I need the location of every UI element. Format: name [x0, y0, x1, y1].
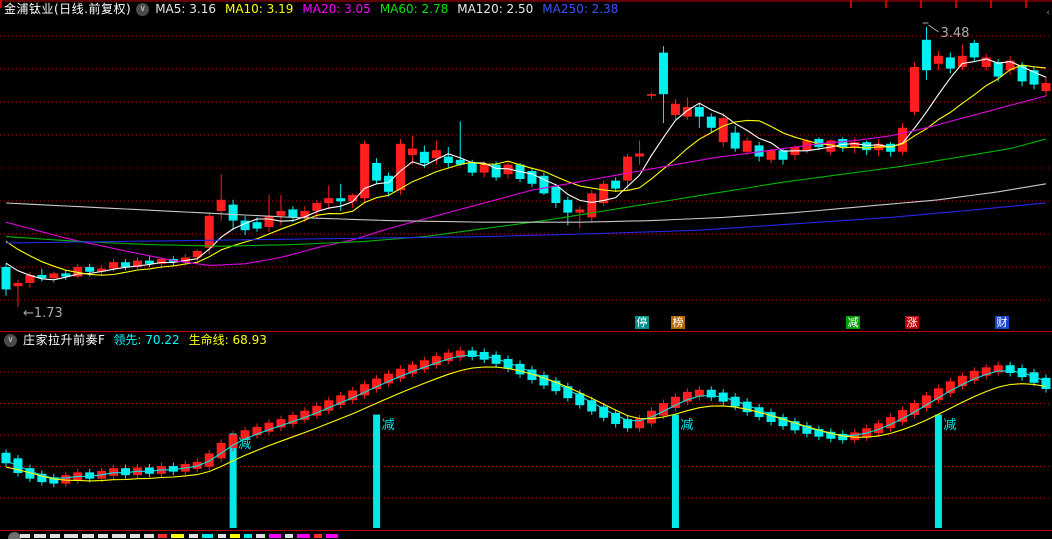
panel-divider[interactable] [0, 331, 1052, 332]
main-candlestick-panel: 3.48 ←1.73 [0, 22, 1052, 321]
clipped-text-fragment [202, 534, 213, 538]
clipped-text-fragment [82, 534, 94, 538]
indicator-header: ∨ 庄家拉升前奏F 领先: 70.22 生命线: 68.93 [4, 333, 276, 348]
watermark-badge-榜: 榜 [671, 316, 685, 329]
clipped-text-fragment [326, 534, 338, 538]
ruler-tick [920, 0, 922, 8]
chevron-down-icon[interactable]: ∨ [4, 334, 17, 347]
watermark-badge-涨: 涨 [905, 316, 919, 329]
clipped-text-fragment [244, 534, 252, 538]
watermark-badge-停: 停 [635, 316, 649, 329]
main-chart-header: 金浦钛业(日线.前复权) ∨ MA5: 3.16 MA10: 3.19 MA20: … [4, 2, 627, 17]
bottom-panel-divider[interactable] [0, 530, 1052, 531]
clipped-text-fragment [34, 534, 46, 538]
clipped-text-fragment [230, 534, 240, 538]
ruler-tick [955, 0, 957, 8]
ruler-tick [1025, 0, 1027, 8]
watermark-badge-减: 减 [846, 316, 860, 329]
clipped-text-fragment [171, 534, 184, 538]
indicator-metric-生命线: 生命线: 68.93 [188, 333, 267, 347]
clipped-text-fragment [314, 534, 322, 538]
indicator-metrics: 领先: 70.22 生命线: 68.93 [113, 333, 275, 348]
clipped-text-fragment [269, 534, 281, 538]
clipped-text-fragment [112, 534, 126, 538]
ruler-tick [0, 0, 2, 8]
indicator-title: 庄家拉升前奏F [23, 333, 106, 347]
collapse-arrow-icon[interactable]: ‹ [1046, 8, 1050, 18]
ma-legend-MA60: MA60: 2.78 [379, 2, 449, 16]
ma-legend-MA5: MA5: 3.16 [155, 2, 216, 16]
svg-text:3.48: 3.48 [940, 26, 969, 41]
clipped-text-fragment [20, 534, 30, 538]
ma-legend-MA20: MA20: 3.05 [302, 2, 371, 16]
clipped-text-fragment [297, 534, 310, 538]
ruler-tick [885, 0, 887, 8]
clipped-text-fragment [218, 534, 226, 538]
clipped-text-fragment [130, 534, 140, 538]
clipped-text-fragment [50, 534, 60, 538]
ma-legend-MA10: MA10: 3.19 [224, 2, 294, 16]
clipped-text-fragment [158, 534, 167, 538]
chart-canvas[interactable]: 3.48 ←1.73 [0, 0, 1052, 539]
indicator-panel [0, 347, 1052, 528]
clipped-text-fragment [144, 534, 154, 538]
signal-label-减: 减 [381, 417, 395, 433]
chevron-down-icon[interactable]: ∨ [136, 3, 150, 16]
signal-label-减: 减 [943, 417, 957, 433]
ma-legend-MA250: MA250: 2.38 [542, 2, 619, 16]
ma-legend: MA5: 3.16 MA10: 3.19 MA20: 3.05 MA60: 2.78 M… [155, 2, 627, 17]
clipped-text-fragment [285, 534, 293, 538]
stock-chart-window: 3.48 ←1.73 金浦钛业(日线.前复权) ∨ MA5: 3.16 MA10: … [0, 0, 1052, 539]
clipped-text-fragment [64, 534, 78, 538]
signal-label-减: 减 [238, 436, 252, 452]
ruler-tick [850, 0, 852, 8]
watermark-badge-财: 财 [995, 316, 1009, 329]
ruler-tick [990, 0, 992, 8]
symbol-title: 金浦钛业(日线.前复权) [4, 2, 132, 16]
signal-label-减: 减 [680, 417, 694, 433]
svg-text:←1.73: ←1.73 [23, 306, 63, 321]
ma-legend-MA120: MA120: 2.50 [457, 2, 534, 16]
clipped-text-fragment [98, 534, 108, 538]
clipped-text-fragment [256, 534, 265, 538]
clipped-text-fragment [189, 534, 198, 538]
indicator-metric-领先: 领先: 70.22 [113, 333, 180, 347]
